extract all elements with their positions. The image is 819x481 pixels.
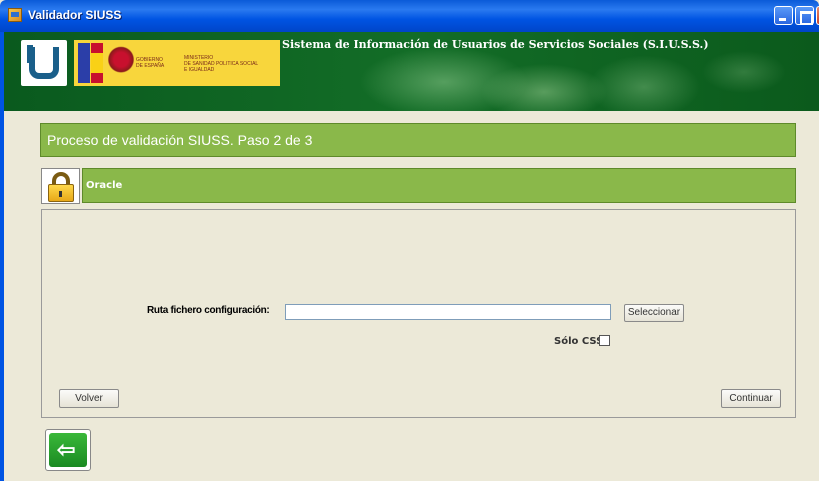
header-banner: GOBIERNO DE ESPAÑA MINISTERIO DE SANIDAD… [4,32,819,111]
continue-button[interactable]: Continuar [721,389,781,408]
css-only-label: Sólo CSS [554,336,604,347]
app-icon [8,8,22,22]
step-title: Proceso de validación SIUSS. Paso 2 de 3 [47,132,313,148]
section-header: Oracle [82,168,796,203]
gov-text: GOBIERNO DE ESPAÑA [136,57,165,69]
minimize-button[interactable] [774,6,793,25]
lock-icon [41,168,80,204]
step-header: Proceso de validación SIUSS. Paso 2 de 3 [40,123,796,157]
window-title: Validador SIUSS [28,8,122,22]
siuss-logo [21,40,67,86]
select-file-button[interactable]: Seleccionar [624,304,684,322]
config-path-input[interactable] [285,304,611,320]
exit-icon: ⇦ [49,433,87,467]
config-path-label: Ruta fichero configuración: [147,305,270,316]
css-only-checkbox[interactable] [599,335,610,346]
section-title: Oracle [86,180,123,191]
spain-flag-icon [91,43,103,83]
banner-title: Sistema de Información de Usuarios de Se… [282,38,709,51]
coat-of-arms-icon [108,46,134,80]
government-logo: GOBIERNO DE ESPAÑA MINISTERIO DE SANIDAD… [74,40,280,86]
title-bar: Validador SIUSS [0,0,819,32]
eu-flag-icon [78,43,90,83]
maximize-button[interactable] [795,6,814,25]
exit-button[interactable]: ⇦ [45,429,91,471]
back-button[interactable]: Volver [59,389,119,408]
ministry-text: MINISTERIO DE SANIDAD POLITICA SOCIAL E … [184,55,259,73]
